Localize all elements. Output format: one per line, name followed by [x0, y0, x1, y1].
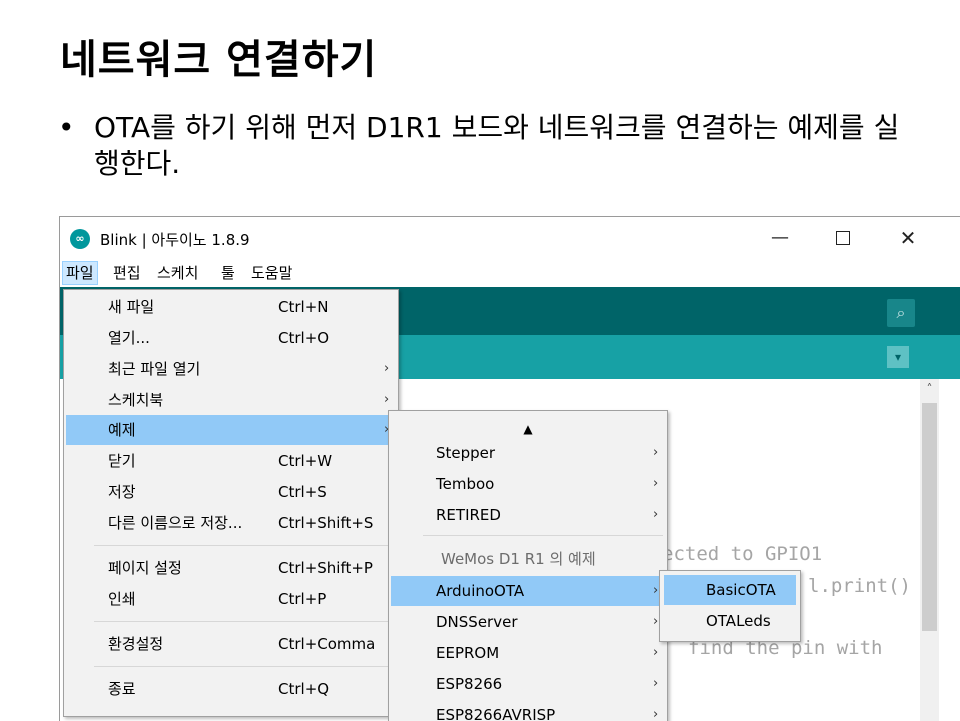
- menu-item-temboo[interactable]: Temboo ›: [391, 469, 665, 499]
- menu-item-save[interactable]: 저장 Ctrl+S: [66, 477, 396, 507]
- menu-item-sketchbook[interactable]: 스케치북 ›: [66, 385, 396, 415]
- menu-item-examples[interactable]: 예제 ›: [66, 415, 396, 445]
- serial-monitor-button[interactable]: ⌕: [887, 299, 915, 327]
- menu-section-header: WeMos D1 R1 의 예제: [441, 550, 596, 568]
- menu-item-close[interactable]: 닫기 Ctrl+W: [66, 446, 396, 476]
- menu-sketch[interactable]: 스케치: [154, 262, 201, 284]
- window-title: Blink | 아두이노 1.8.9: [100, 231, 250, 249]
- arduino-logo-icon: ∞: [70, 229, 90, 249]
- menu-item-esp8266avrisp[interactable]: ESP8266AVRISP ›: [391, 700, 665, 721]
- editor-scrollbar[interactable]: ˄: [920, 379, 939, 721]
- bullet-point: • OTA를 하기 위해 먼저 D1R1 보드와 네트워크를 연결하는 예제를 …: [58, 110, 918, 182]
- menu-item-eeprom[interactable]: EEPROM ›: [391, 638, 665, 668]
- menu-item-new[interactable]: 새 파일 Ctrl+N: [66, 292, 396, 322]
- menu-help[interactable]: 도움말: [248, 262, 295, 284]
- chevron-right-icon: ›: [384, 361, 390, 376]
- triangle-up-icon: ▲: [523, 422, 533, 436]
- menu-item-basicota[interactable]: BasicOTA: [664, 575, 796, 605]
- chevron-right-icon: ›: [653, 614, 659, 629]
- menu-item-preferences[interactable]: 환경설정 Ctrl+Comma: [66, 629, 396, 659]
- menu-item-page-setup[interactable]: 페이지 설정 Ctrl+Shift+P: [66, 553, 396, 583]
- menu-item-print[interactable]: 인쇄 Ctrl+P: [66, 584, 396, 614]
- arduino-ide-window: ∞ Blink | 아두이노 1.8.9 — ✕ 파일 편집 스케치 툴 도움말…: [59, 216, 960, 721]
- menu-item-open-recent[interactable]: 최근 파일 열기 ›: [66, 354, 396, 384]
- chevron-right-icon: ›: [653, 676, 659, 691]
- menu-file[interactable]: 파일: [62, 261, 98, 285]
- chevron-right-icon: ›: [653, 445, 659, 460]
- menu-bar: 파일 편집 스케치 툴 도움말: [60, 259, 960, 287]
- code-line: ected to GPIO1: [662, 543, 823, 565]
- menu-item-save-as[interactable]: 다른 이름으로 저장... Ctrl+Shift+S: [66, 508, 396, 538]
- menu-item-esp8266[interactable]: ESP8266 ›: [391, 669, 665, 699]
- tab-menu-button[interactable]: ▾: [887, 346, 909, 368]
- menu-tools[interactable]: 툴: [218, 262, 238, 284]
- menu-item-open[interactable]: 열기... Ctrl+O: [66, 323, 396, 353]
- slide-title: 네트워크 연결하기: [60, 37, 378, 83]
- menu-item-retired[interactable]: RETIRED ›: [391, 500, 665, 530]
- examples-submenu: ▲ Stepper › Temboo › RETIRED › WeMos D1 …: [388, 410, 668, 721]
- menu-item-arduinoota[interactable]: ArduinoOTA ›: [391, 576, 665, 606]
- maximize-button[interactable]: [823, 223, 863, 253]
- menu-separator: [94, 621, 392, 622]
- chevron-right-icon: ›: [653, 507, 659, 522]
- bullet-text: OTA를 하기 위해 먼저 D1R1 보드와 네트워크를 연결하는 예제를 실행…: [94, 111, 900, 180]
- close-button[interactable]: ✕: [888, 223, 928, 253]
- menu-item-dnsserver[interactable]: DNSServer ›: [391, 607, 665, 637]
- menu-edit[interactable]: 편집: [110, 262, 144, 284]
- menu-item-quit[interactable]: 종료 Ctrl+Q: [66, 674, 396, 704]
- menu-separator: [94, 666, 392, 667]
- chevron-right-icon: ›: [653, 583, 659, 598]
- chevron-right-icon: ›: [653, 476, 659, 491]
- menu-item-otaleds[interactable]: OTALeds: [664, 606, 796, 636]
- chevron-right-icon: ›: [653, 707, 659, 721]
- scroll-up-icon[interactable]: ˄: [920, 379, 939, 399]
- minimize-button[interactable]: —: [760, 223, 800, 253]
- menu-separator: [94, 545, 392, 546]
- menu-separator: [423, 535, 663, 536]
- code-line: l.print(): [808, 575, 911, 597]
- title-bar: ∞ Blink | 아두이노 1.8.9 — ✕: [60, 217, 960, 259]
- menu-item-stepper[interactable]: Stepper ›: [391, 438, 665, 468]
- file-menu: 새 파일 Ctrl+N 열기... Ctrl+O 최근 파일 열기 › 스케치북…: [63, 289, 399, 717]
- chevron-right-icon: ›: [653, 645, 659, 660]
- scroll-thumb[interactable]: [922, 403, 937, 631]
- arduinoota-submenu: BasicOTA OTALeds: [659, 570, 801, 642]
- maximize-icon: [836, 231, 850, 245]
- bullet-dot: •: [58, 111, 75, 144]
